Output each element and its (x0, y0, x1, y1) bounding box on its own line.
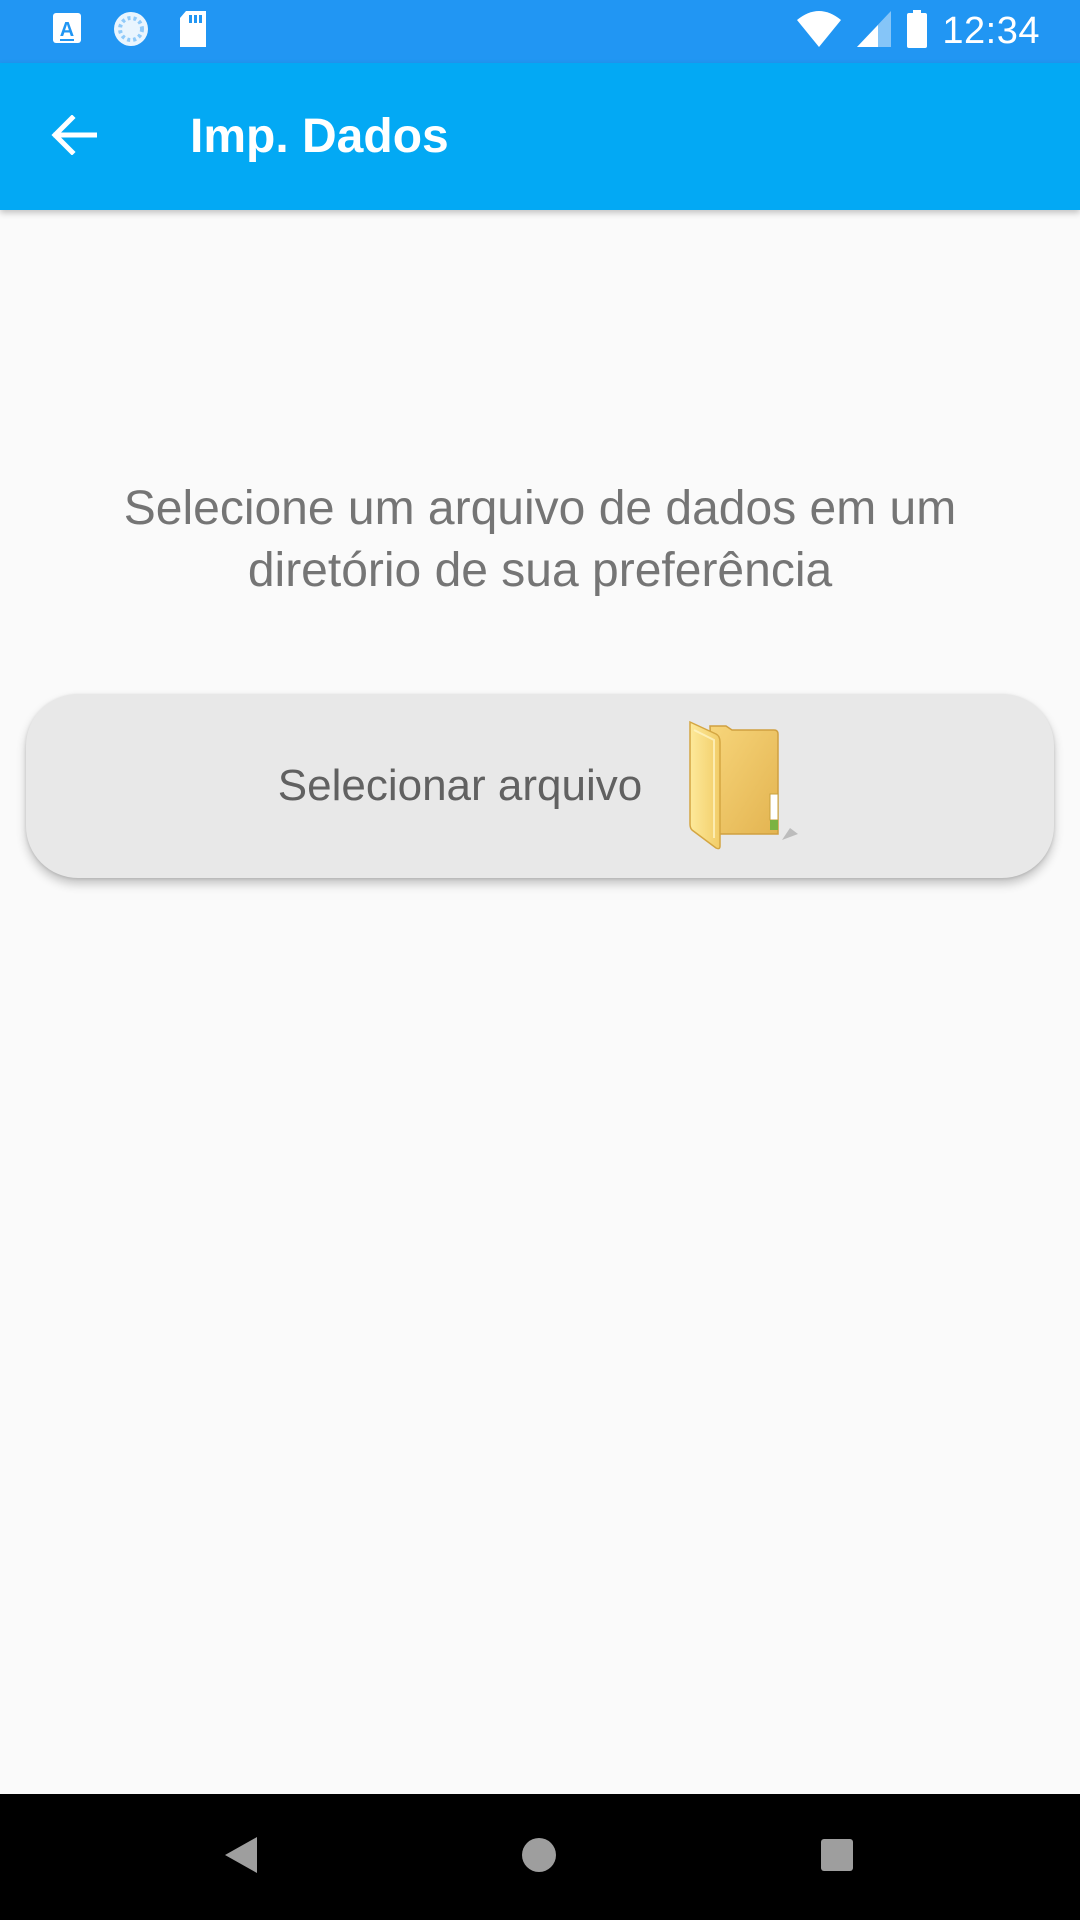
select-file-label: Selecionar arquivo (277, 761, 643, 810)
navigation-bar (0, 1794, 1080, 1920)
main-content: Selecione um arquivo de dados em um dire… (0, 210, 1080, 1794)
arrow-back-icon (51, 113, 98, 160)
nav-home-button[interactable] (506, 1824, 572, 1890)
status-time: 12:34 (942, 10, 1040, 52)
select-file-button[interactable]: Selecionar arquivo (26, 694, 1054, 878)
svg-text:A: A (60, 19, 74, 41)
app-a-icon: A (52, 12, 84, 51)
status-right-icons: 12:34 (796, 8, 1040, 54)
sd-card-icon (178, 10, 208, 53)
status-bar: A 12:34 (0, 0, 1080, 63)
cellular-signal-icon (856, 10, 892, 53)
nav-recents-button[interactable] (804, 1824, 870, 1890)
home-circle-icon (520, 1836, 558, 1879)
wifi-icon (796, 10, 842, 53)
page-title: Imp. Dados (190, 110, 449, 163)
recents-square-icon (819, 1837, 855, 1878)
back-triangle-icon (223, 1835, 259, 1880)
folder-icon (686, 716, 802, 857)
status-left-icons: A (52, 10, 208, 53)
sync-icon (112, 10, 150, 53)
instruction-text: Selecione um arquivo de dados em um dire… (123, 482, 957, 597)
battery-icon (906, 9, 928, 54)
back-button[interactable] (36, 99, 112, 175)
nav-back-button[interactable] (208, 1824, 274, 1890)
app-bar: Imp. Dados (0, 63, 1080, 210)
